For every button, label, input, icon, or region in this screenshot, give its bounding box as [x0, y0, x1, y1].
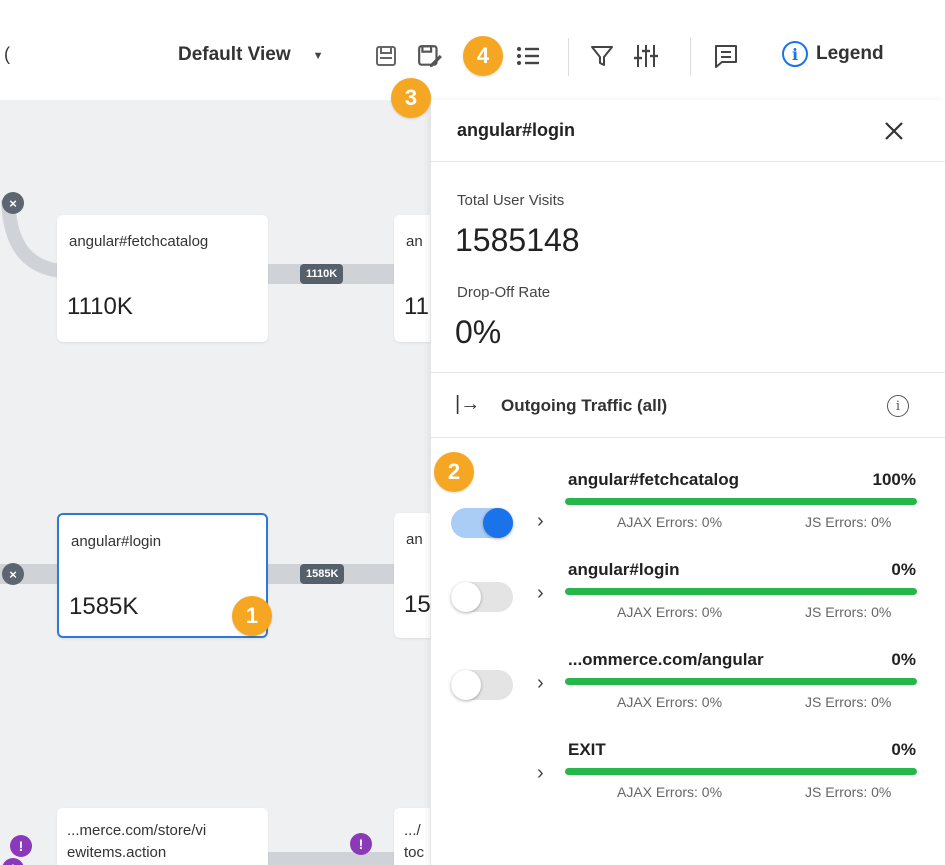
info-icon: i	[782, 41, 808, 67]
chevron-right-icon[interactable]: ›	[537, 510, 544, 533]
flow-canvas[interactable]: × 1110K × 1585K angular#fetchcatalog 111…	[0, 100, 430, 865]
view-selector[interactable]: Default View ▼	[178, 44, 324, 66]
flow-node-partial[interactable]: .../ toc	[394, 808, 430, 865]
traffic-row: › EXIT 0% AJAX Errors: 0% JS Errors: 0%	[431, 740, 945, 830]
node-detail-panel: angular#login Total User Visits 1585148 …	[430, 100, 945, 865]
js-errors: JS Errors: 0%	[805, 604, 892, 620]
traffic-progress-bar	[565, 588, 917, 595]
chevron-right-icon[interactable]: ›	[537, 582, 544, 605]
save-icon[interactable]	[370, 40, 402, 72]
js-errors: JS Errors: 0%	[805, 514, 892, 530]
node-name: angular#login	[71, 533, 162, 550]
toggle-knob	[483, 508, 513, 538]
edit-save-icon[interactable]	[414, 40, 446, 72]
ajax-errors: AJAX Errors: 0%	[617, 784, 723, 800]
node-count: 15	[404, 591, 430, 618]
traffic-toggle[interactable]	[451, 582, 513, 612]
ajax-errors: AJAX Errors: 0%	[617, 694, 723, 710]
total-visits-label: Total User Visits	[457, 192, 565, 209]
arrow-right-icon: |→	[455, 393, 481, 415]
traffic-toggle[interactable]	[451, 508, 513, 538]
truncated-text-fragment: (	[4, 44, 10, 64]
filter-icon[interactable]	[586, 40, 618, 72]
node-name-line: ewitems.action	[67, 844, 167, 861]
flow-node-partial[interactable]: an 15	[394, 513, 430, 638]
traffic-percent: 0%	[891, 740, 916, 759]
traffic-name: angular#login	[568, 560, 680, 579]
outgoing-traffic-label: Outgoing Traffic (all)	[501, 396, 668, 415]
legend-button[interactable]: i Legend	[782, 41, 884, 67]
traffic-name: angular#fetchcatalog	[568, 470, 739, 489]
total-visits-value: 1585148	[455, 222, 580, 258]
warning-icon[interactable]: !	[350, 833, 372, 855]
node-name-line: .../	[404, 822, 421, 839]
legend-label: Legend	[816, 43, 884, 64]
edge-count-tag: 1110K	[300, 264, 344, 284]
traffic-percent: 0%	[891, 560, 916, 579]
collapse-icon[interactable]: ×	[2, 192, 24, 214]
js-errors: JS Errors: 0%	[805, 694, 892, 710]
node-name: an	[406, 531, 423, 548]
traffic-percent: 0%	[891, 650, 916, 669]
traffic-name: ...ommerce.com/angular	[568, 650, 764, 669]
chevron-right-icon[interactable]: ›	[537, 672, 544, 695]
node-name-line: ...merce.com/store/vi	[67, 822, 207, 839]
list-icon[interactable]	[512, 40, 544, 72]
close-icon[interactable]	[877, 114, 911, 148]
warning-icon[interactable]: !	[2, 858, 24, 865]
chevron-right-icon[interactable]: ›	[537, 762, 544, 785]
traffic-progress-bar	[565, 498, 917, 505]
node-name: angular#fetchcatalog	[69, 233, 209, 250]
traffic-progress-fill	[565, 588, 917, 595]
flow-node-partial[interactable]: an 11	[394, 215, 430, 342]
node-count: 11	[404, 293, 429, 320]
panel-title: angular#login	[457, 120, 576, 140]
ajax-errors: AJAX Errors: 0%	[617, 604, 723, 620]
outgoing-traffic-header: |→ Outgoing Traffic (all) i	[431, 372, 945, 438]
view-selector-label: Default View	[178, 44, 291, 65]
caret-down-icon: ▼	[312, 50, 324, 62]
node-count: 1110K	[67, 293, 133, 320]
node-name: ...merce.com/store/vi ewitems.action	[67, 820, 206, 864]
sliders-icon[interactable]	[630, 40, 662, 72]
warning-icon[interactable]: !	[10, 835, 32, 857]
toggle-knob	[451, 670, 481, 700]
traffic-progress-bar	[565, 678, 917, 685]
node-name: .../ toc	[404, 820, 424, 864]
toggle-knob	[451, 582, 481, 612]
comment-icon[interactable]	[710, 40, 742, 72]
traffic-row: › angular#login 0% AJAX Errors: 0% JS Er…	[431, 560, 945, 650]
traffic-percent: 100%	[872, 470, 916, 489]
traffic-row: › ...ommerce.com/angular 0% AJAX Errors:…	[431, 650, 945, 740]
traffic-progress-bar	[565, 768, 917, 775]
flow-edge	[268, 852, 398, 865]
js-errors: JS Errors: 0%	[805, 784, 892, 800]
node-count: 1585K	[69, 593, 139, 620]
traffic-progress-fill	[565, 678, 917, 685]
step-badge-4: 4	[463, 36, 503, 76]
traffic-progress-fill	[565, 498, 917, 505]
step-badge-1: 1	[232, 596, 272, 636]
toolbar-divider	[568, 38, 569, 76]
collapse-icon[interactable]: ×	[2, 563, 24, 585]
toolbar-divider	[690, 38, 691, 76]
flow-node[interactable]: ...merce.com/store/vi ewitems.action	[57, 808, 268, 865]
step-badge-2: 2	[434, 452, 474, 492]
dropoff-label: Drop-Off Rate	[457, 284, 551, 301]
node-name: an	[406, 233, 423, 250]
info-icon[interactable]: i	[887, 395, 909, 417]
step-badge-3: 3	[391, 78, 431, 118]
traffic-toggle[interactable]	[451, 670, 513, 700]
edge-count-tag: 1585K	[300, 564, 345, 584]
traffic-name: EXIT	[568, 740, 606, 759]
traffic-progress-fill	[565, 768, 917, 775]
dropoff-value: 0%	[455, 314, 502, 350]
node-name-line: toc	[404, 844, 425, 861]
panel-header: angular#login	[431, 100, 945, 162]
flow-node[interactable]: angular#fetchcatalog 1110K	[57, 215, 268, 342]
traffic-row: › angular#fetchcatalog 100% AJAX Errors:…	[431, 470, 945, 560]
ajax-errors: AJAX Errors: 0%	[617, 514, 723, 530]
